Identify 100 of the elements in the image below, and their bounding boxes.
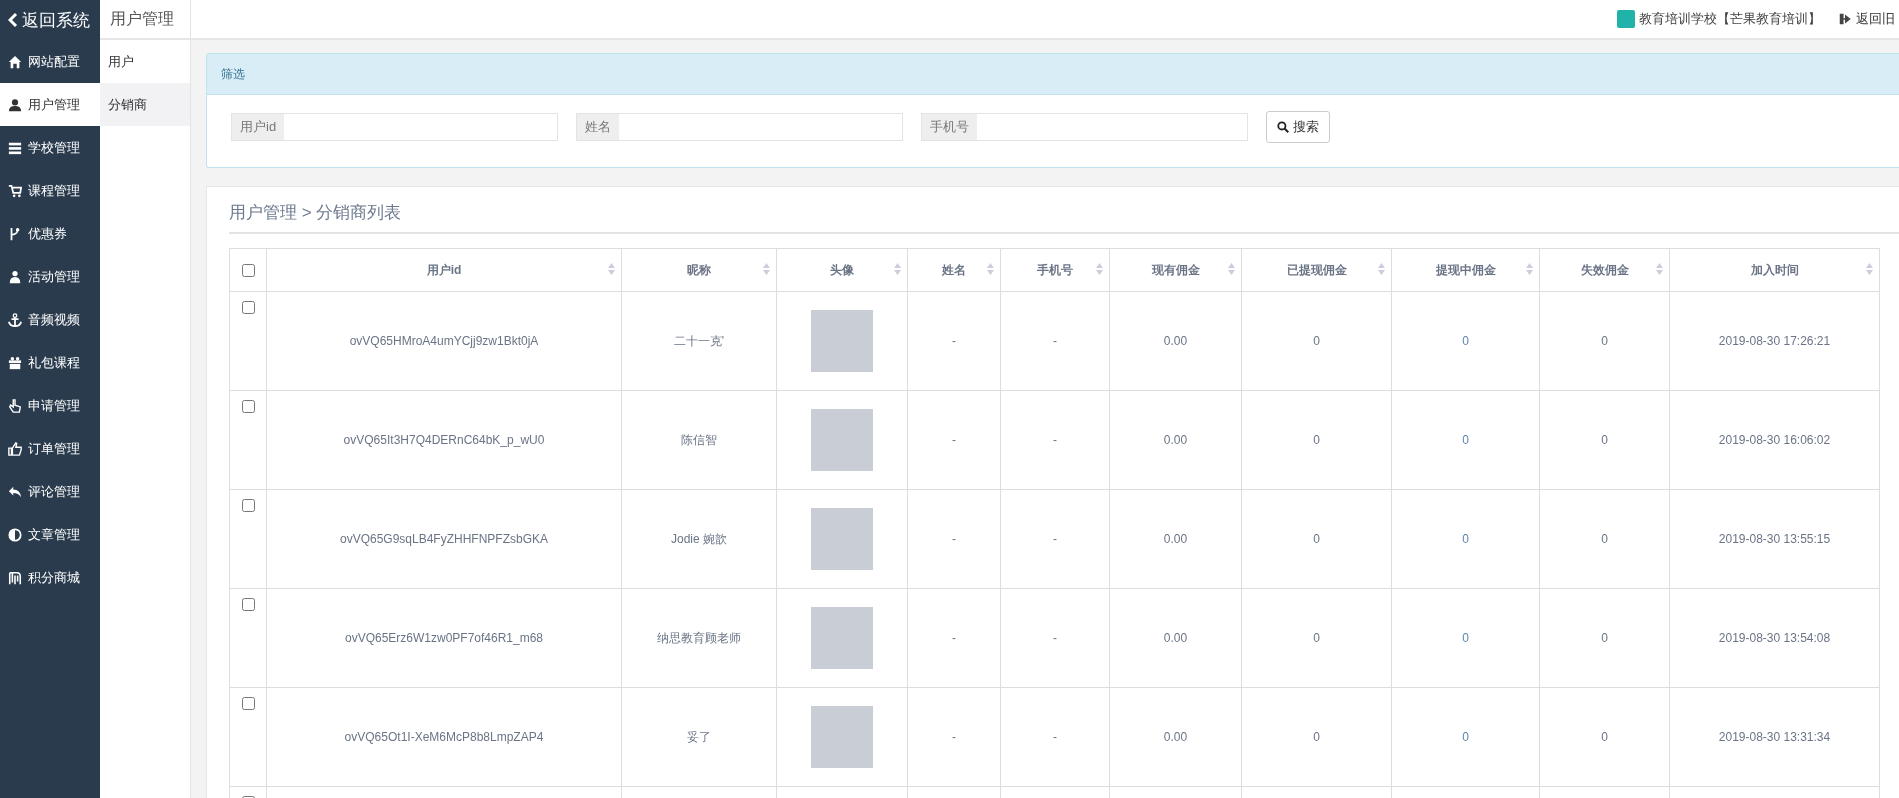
- sort-icon: [1656, 263, 1663, 275]
- select-all-checkbox[interactable]: [242, 263, 255, 277]
- subnav-item[interactable]: 用户: [100, 40, 190, 83]
- sidebar-item[interactable]: 礼包课程: [0, 341, 100, 384]
- sort-icon: [763, 263, 770, 275]
- back-to-system-button[interactable]: 返回系统: [0, 0, 98, 40]
- table-cell: 0.00: [1163, 532, 1188, 546]
- school-logo-icon: [1617, 10, 1635, 28]
- table-cell: 0.00: [1163, 631, 1188, 645]
- table-cell: 妥了: [687, 729, 711, 744]
- row-checkbox[interactable]: [242, 301, 255, 314]
- sidebar-item[interactable]: 订单管理: [0, 427, 100, 470]
- sidebar-item-label: 用户管理: [28, 95, 80, 114]
- sort-icon: [608, 263, 615, 275]
- server-icon: [8, 140, 22, 155]
- search-button[interactable]: 搜索: [1266, 111, 1330, 143]
- users-icon: [8, 269, 22, 284]
- home-icon: [8, 54, 22, 69]
- filter-field[interactable]: 姓名: [576, 113, 903, 141]
- table-cell: -: [952, 433, 956, 447]
- table-cell: ovVQ65Ot1I-XeM6McP8b8LmpZAP4: [344, 730, 544, 744]
- sidebar-item[interactable]: 用户管理: [0, 83, 100, 126]
- sidebar-item-label: 礼包课程: [28, 353, 80, 372]
- table-cell: -: [952, 730, 956, 744]
- filter-title: 筛选: [207, 54, 1899, 95]
- row-checkbox[interactable]: [242, 598, 255, 611]
- photo-placeholder: [811, 508, 873, 570]
- breadcrumb: 用户管理 > 分销商列表: [229, 197, 1899, 234]
- table-cell: 0: [1601, 631, 1608, 645]
- column-header[interactable]: 已提现佣金: [1241, 248, 1392, 292]
- table-cell: 0: [1313, 433, 1320, 447]
- chevron-left-icon: [8, 12, 18, 28]
- sidebar-item[interactable]: 申请管理: [0, 384, 100, 427]
- cart-icon: [8, 183, 22, 198]
- sidebar-item-label: 积分商城: [28, 568, 80, 587]
- table-cell: 2019-08-30 16:06:02: [1718, 433, 1831, 447]
- column-header[interactable]: 用户id: [266, 248, 622, 292]
- sidebar-item-label: 申请管理: [28, 396, 80, 415]
- table-cell: 0: [1601, 730, 1608, 744]
- column-header[interactable]: 失效佣金: [1539, 248, 1670, 292]
- sidebar-item[interactable]: 课程管理: [0, 169, 100, 212]
- table-cell: -: [952, 631, 956, 645]
- sidebar-item[interactable]: 音频视频: [0, 298, 100, 341]
- table-cell: 0: [1601, 433, 1608, 447]
- user-icon: [8, 97, 22, 112]
- sort-icon: [987, 263, 994, 275]
- filter-field[interactable]: 手机号: [921, 113, 1248, 141]
- search-icon: [1277, 121, 1289, 133]
- sidebar-item[interactable]: 评论管理: [0, 470, 100, 513]
- anchor-icon: [8, 312, 22, 327]
- gift-icon: [8, 355, 22, 370]
- sidebar-item-label: 课程管理: [28, 181, 80, 200]
- back-link[interactable]: 返回旧: [1839, 10, 1895, 28]
- sidebar-item-label: 评论管理: [28, 482, 80, 501]
- table-cell: ovVQ65It3H7Q4DERnC64bK_p_wU0: [343, 433, 545, 447]
- table-cell: 2019-08-30 13:31:34: [1718, 730, 1831, 744]
- sidebar-item[interactable]: 优惠券: [0, 212, 100, 255]
- table-cell: -: [952, 532, 956, 546]
- column-header[interactable]: 手机号: [1000, 248, 1110, 292]
- table-cell: 0: [1601, 334, 1608, 348]
- filter-field[interactable]: 用户id: [231, 113, 558, 141]
- table-cell: ovVQ65Erz6W1zw0PF7of46R1_m68: [344, 631, 544, 645]
- table-cell: 0: [1462, 532, 1469, 546]
- sidebar-item-label: 网站配置: [28, 52, 80, 71]
- table-cell: -: [1053, 433, 1057, 447]
- sidebar-item-label: 活动管理: [28, 267, 80, 286]
- table-cell: 0: [1601, 532, 1608, 546]
- sidebar-item-label: 学校管理: [28, 138, 80, 157]
- column-header[interactable]: 加入时间: [1669, 248, 1880, 292]
- subnav-item[interactable]: 分销商: [100, 83, 190, 126]
- row-checkbox[interactable]: [242, 499, 255, 512]
- sort-icon: [1526, 263, 1533, 275]
- sort-icon: [1228, 263, 1235, 275]
- photo-placeholder: [811, 706, 873, 768]
- sidebar-item[interactable]: 文章管理: [0, 513, 100, 556]
- row-checkbox[interactable]: [242, 697, 255, 710]
- sidebar-item[interactable]: 活动管理: [0, 255, 100, 298]
- column-header[interactable]: 昵称: [621, 248, 777, 292]
- column-header[interactable]: 现有佣金: [1109, 248, 1242, 292]
- column-header[interactable]: 提现中佣金: [1391, 248, 1540, 292]
- sidebar-item-label: 音频视频: [28, 310, 80, 329]
- sidebar-item[interactable]: 积分商城: [0, 556, 100, 599]
- table-cell: 2019-08-30 17:26:21: [1718, 334, 1831, 348]
- table-cell: 0: [1462, 433, 1469, 447]
- photo-placeholder: [811, 310, 873, 372]
- sidebar-item[interactable]: 网站配置: [0, 40, 100, 83]
- table-cell: -: [1053, 631, 1057, 645]
- contrast-icon: [8, 527, 22, 542]
- sidebar-item[interactable]: 学校管理: [0, 126, 100, 169]
- table-cell: Jodie 婉歆: [671, 531, 727, 546]
- column-header[interactable]: 姓名: [907, 248, 1001, 292]
- table-cell: -: [1053, 532, 1057, 546]
- table-cell: 0: [1313, 730, 1320, 744]
- table-cell: 陈信智: [681, 432, 717, 447]
- sort-icon: [1378, 263, 1385, 275]
- row-checkbox[interactable]: [242, 400, 255, 413]
- table-cell: -: [1053, 730, 1057, 744]
- table-cell: 0: [1462, 334, 1469, 348]
- column-header[interactable]: 头像: [776, 248, 908, 292]
- table-cell: -: [952, 334, 956, 348]
